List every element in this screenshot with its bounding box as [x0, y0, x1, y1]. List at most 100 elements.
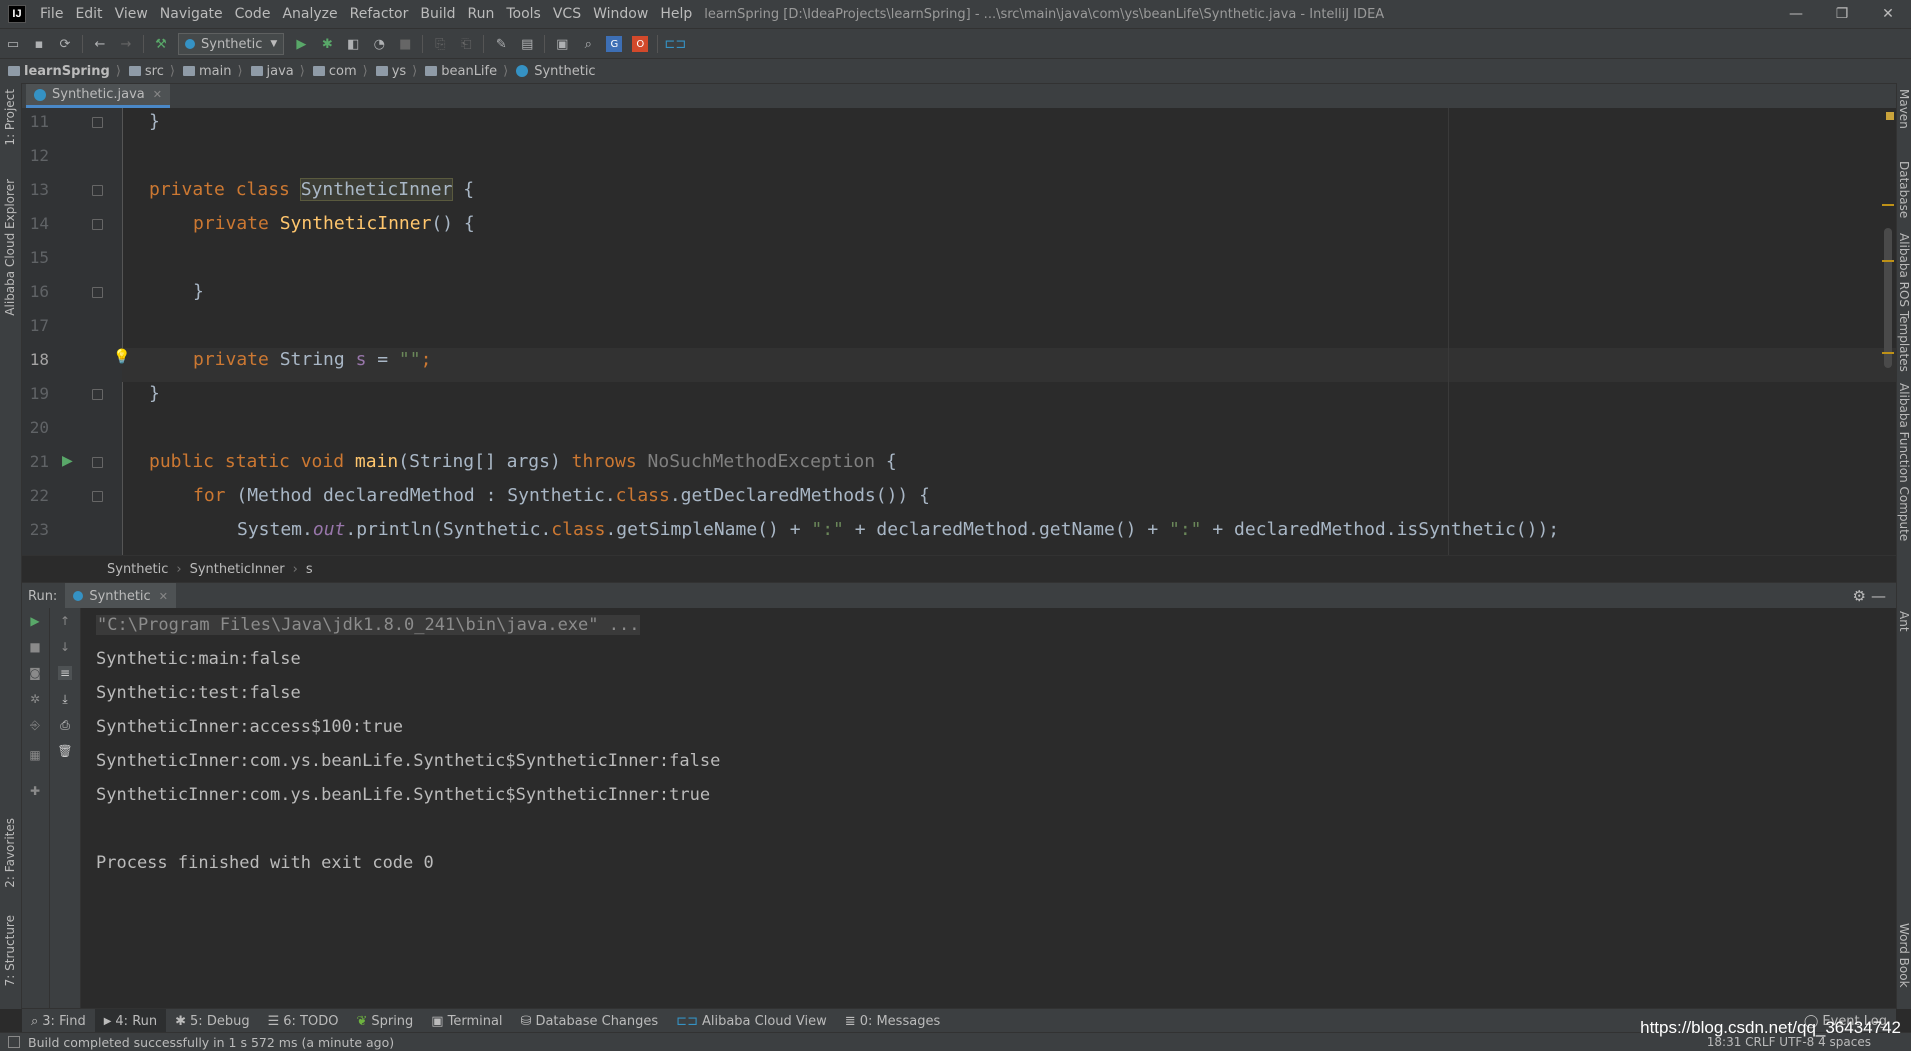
menu-vcs[interactable]: VCS [547, 0, 587, 28]
tab-debug[interactable]: ✱ 5: Debug [166, 1009, 258, 1033]
fold-marker-icon[interactable] [92, 185, 103, 196]
terminal-icon[interactable]: ▣ [554, 36, 570, 52]
favorites-tool-button[interactable]: 2: Favorites [3, 818, 17, 888]
menu-window[interactable]: Window [587, 0, 654, 28]
breadcrumb-item[interactable]: learnSpring ⟩ [0, 64, 121, 79]
breadcrumb-item[interactable]: ys ⟩ [368, 64, 417, 79]
forward-icon[interactable]: → [118, 36, 134, 52]
close-icon[interactable]: ✕ [1865, 0, 1911, 28]
menu-code[interactable]: Code [229, 0, 277, 28]
close-tab-icon[interactable]: ✕ [159, 590, 168, 603]
function-compute-tool-button[interactable]: Alibaba Function Compute [1897, 383, 1911, 541]
sync-icon[interactable]: ⟳ [57, 36, 73, 52]
fold-marker-icon[interactable] [92, 219, 103, 230]
breadcrumb-item[interactable]: Synthetic [508, 64, 596, 79]
menu-help[interactable]: Help [654, 0, 698, 28]
breadcrumb-item[interactable]: com ⟩ [305, 64, 368, 79]
breadcrumb-item[interactable]: java ⟩ [243, 64, 305, 79]
editor-crumb-item[interactable]: Synthetic [107, 562, 168, 577]
project-tool-button[interactable]: 1: Project [3, 89, 17, 146]
tab-find[interactable]: ⌕ 3: Find [22, 1009, 95, 1033]
project-structure-icon[interactable]: ▤ [519, 36, 535, 52]
restore-icon[interactable]: ❐ [1819, 0, 1865, 28]
lightbulb-icon[interactable]: 💡 [113, 349, 130, 365]
stop-icon[interactable]: ■ [28, 640, 42, 654]
debug-icon[interactable]: ✱ [319, 36, 335, 52]
translate-icon[interactable]: G [606, 36, 623, 52]
hide-panel-icon[interactable]: — [1871, 587, 1886, 605]
minimize-icon[interactable]: — [1773, 0, 1819, 28]
fold-marker-icon[interactable] [92, 457, 103, 468]
menu-edit[interactable]: Edit [69, 0, 108, 28]
menu-navigate[interactable]: Navigate [154, 0, 229, 28]
status-message[interactable]: Build completed successfully in 1 s 572 … [28, 1035, 394, 1050]
coverage-icon[interactable]: ◧ [345, 36, 361, 52]
editor-scrollbar[interactable] [1884, 228, 1892, 368]
print-icon[interactable]: ⎙ [58, 718, 72, 732]
build-icon[interactable]: ⚒ [153, 36, 169, 52]
save-icon[interactable]: ▪ [31, 36, 47, 52]
tab-spring[interactable]: ❦ Spring [347, 1009, 422, 1033]
clear-icon[interactable]: 🗑 [57, 744, 72, 758]
tab-terminal[interactable]: ▣ Terminal [422, 1009, 511, 1033]
cloud-explorer-tool-button[interactable]: Alibaba Cloud Explorer [3, 179, 17, 316]
tab-synthetic-java[interactable]: Synthetic.java ✕ [26, 84, 170, 108]
tab-alibaba-cloud-view[interactable]: ⊏⊐ Alibaba Cloud View [667, 1009, 836, 1033]
fold-marker-icon[interactable] [92, 287, 103, 298]
ant-tool-button[interactable]: Ant [1897, 611, 1911, 632]
menu-analyze[interactable]: Analyze [276, 0, 343, 28]
menu-refactor[interactable]: Refactor [344, 0, 415, 28]
arrow-down-icon[interactable]: ↓ [58, 640, 72, 654]
search-icon[interactable]: ⌕ [580, 36, 596, 52]
fold-marker-icon[interactable] [92, 389, 103, 400]
rerun-icon[interactable]: ▶ [28, 614, 42, 628]
back-icon[interactable]: ← [92, 36, 108, 52]
menu-tools[interactable]: Tools [500, 0, 547, 28]
settings-icon[interactable]: ✲ [28, 692, 42, 706]
tab-run[interactable]: ▶ 4: Run [94, 1009, 167, 1033]
profile-icon[interactable]: ◔ [371, 36, 387, 52]
console-output[interactable]: "C:\Program Files\Java\jdk1.8.0_241\bin\… [81, 608, 1896, 1008]
run-icon[interactable]: ▶ [293, 36, 309, 52]
tab-messages[interactable]: ≣ 0: Messages [836, 1009, 949, 1033]
attach-icon[interactable]: ⎗ [458, 36, 474, 52]
office-icon[interactable]: O [632, 36, 649, 52]
fold-marker-icon[interactable] [92, 491, 103, 502]
update-icon[interactable]: ⎘ [432, 36, 448, 52]
layout-icon[interactable]: ▦ [28, 748, 42, 762]
menu-run[interactable]: Run [462, 0, 501, 28]
open-icon[interactable]: ▭ [5, 36, 21, 52]
stop-icon[interactable]: ■ [397, 36, 413, 52]
tab-todo[interactable]: ☰ 6: TODO [259, 1009, 348, 1033]
dump-threads-icon[interactable]: ◙ [28, 666, 42, 680]
ros-templates-tool-button[interactable]: Alibaba ROS Templates [1897, 233, 1911, 372]
close-tab-icon[interactable]: ✕ [153, 88, 162, 101]
settings-wrench-icon[interactable]: ✎ [493, 36, 509, 52]
arrow-up-icon[interactable]: ↑ [58, 614, 72, 628]
code-editor[interactable]: 11 } 12 13 private class SyntheticInner … [22, 108, 1896, 555]
soft-wrap-icon[interactable]: ≡ [58, 666, 72, 680]
menu-file[interactable]: File [34, 0, 69, 28]
maven-tool-button[interactable]: Maven [1897, 89, 1911, 129]
menu-build[interactable]: Build [414, 0, 461, 28]
scroll-to-end-icon[interactable]: ⤓ [58, 692, 72, 706]
structure-tool-button[interactable]: 7: Structure [3, 915, 17, 986]
breadcrumb-item[interactable]: src ⟩ [121, 64, 175, 79]
exit-icon[interactable]: ⎆ [28, 718, 42, 732]
gear-icon[interactable]: ⚙ [1853, 587, 1866, 605]
menu-view[interactable]: View [109, 0, 154, 28]
run-gutter-icon[interactable]: ▶ [62, 453, 73, 469]
cloud-icon[interactable]: ⊏⊐ [664, 36, 686, 52]
breadcrumb-item[interactable]: main ⟩ [175, 64, 243, 79]
editor-crumb-item[interactable]: s [306, 562, 313, 577]
tab-database-changes[interactable]: ⛁ Database Changes [512, 1009, 668, 1033]
database-tool-button[interactable]: Database [1897, 161, 1911, 218]
run-configuration-select[interactable]: Synthetic ▼ [178, 33, 285, 55]
word-book-tool-button[interactable]: Word Book [1897, 923, 1911, 988]
status-toggle-icon[interactable] [8, 1036, 20, 1048]
breadcrumb-item[interactable]: beanLife ⟩ [417, 64, 508, 79]
fold-marker-icon[interactable] [92, 117, 103, 128]
pin-icon[interactable]: ✚ [28, 784, 42, 798]
editor-crumb-item[interactable]: SyntheticInner [190, 562, 285, 577]
run-tab-synthetic[interactable]: Synthetic ✕ [65, 583, 176, 609]
